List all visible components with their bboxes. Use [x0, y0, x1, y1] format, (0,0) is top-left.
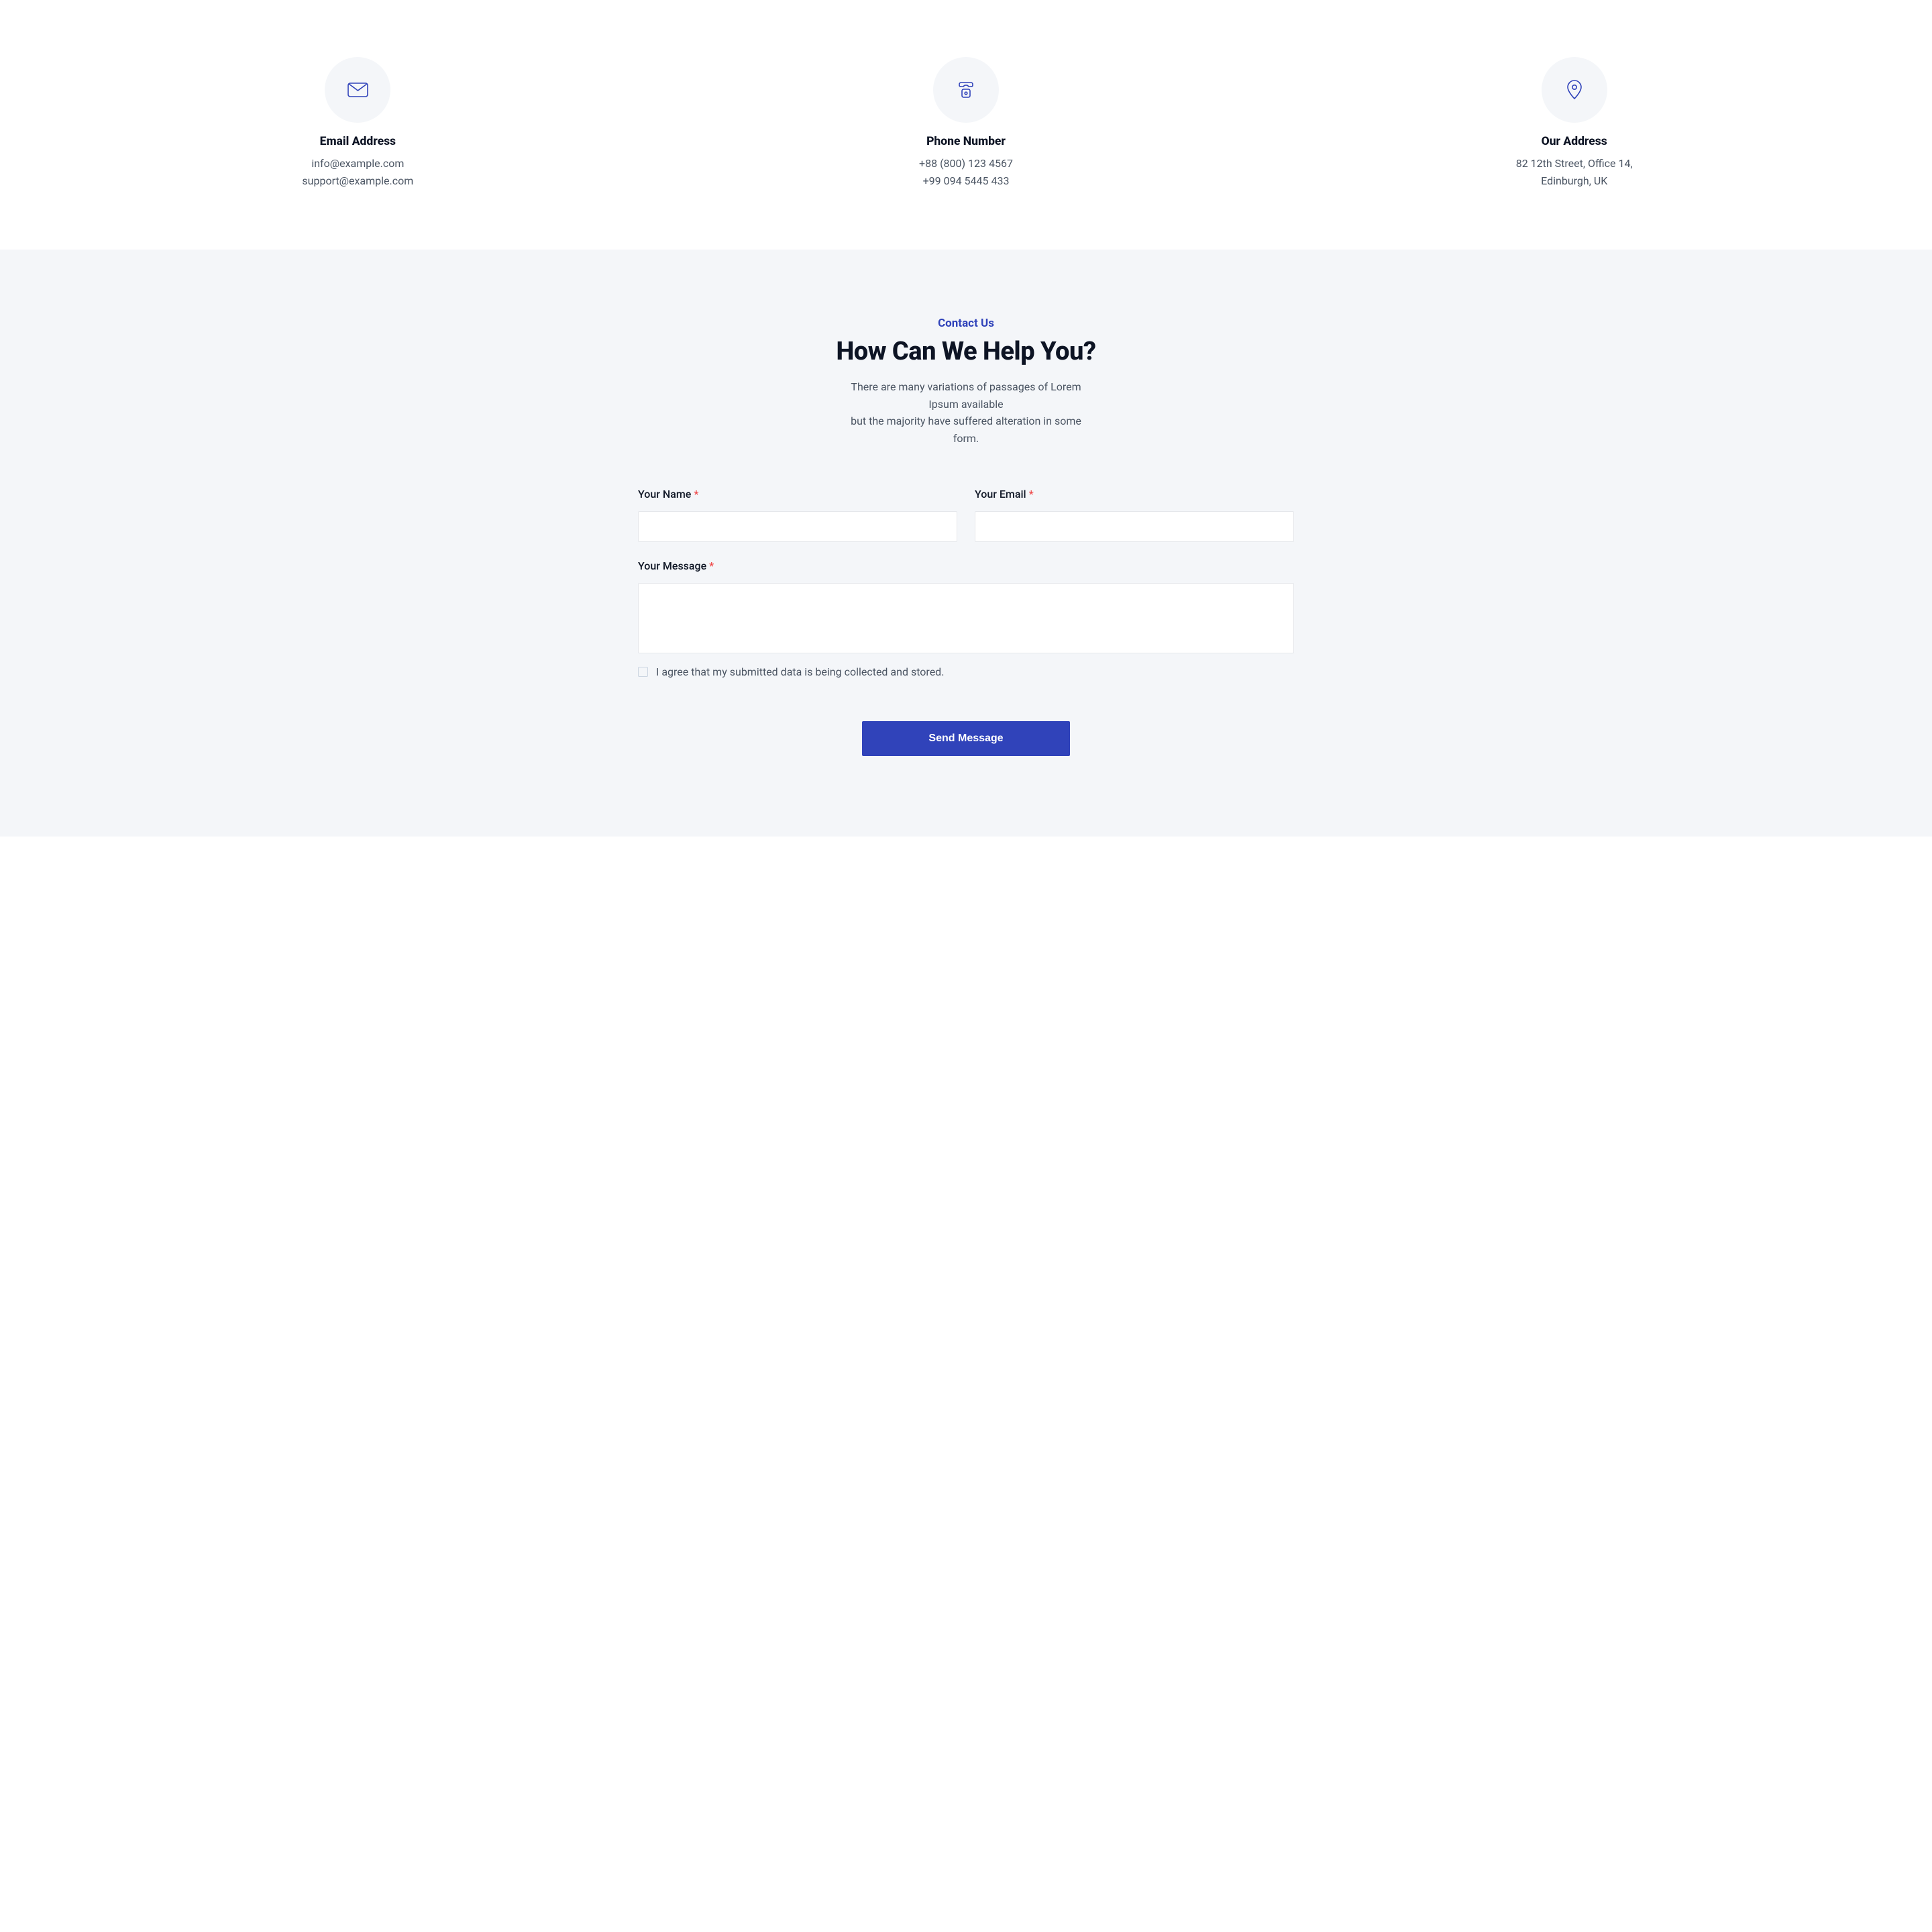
phone-title: Phone Number	[926, 135, 1006, 148]
required-mark: *	[694, 488, 698, 500]
mail-icon-circle	[325, 57, 390, 123]
map-pin-icon	[1566, 80, 1582, 100]
name-label: Your Name *	[638, 488, 957, 500]
message-label: Your Message *	[638, 559, 1294, 572]
contact-form: Your Name * Your Email * Your Message *	[638, 488, 1294, 756]
consent-row[interactable]: I agree that my submitted data is being …	[638, 665, 1294, 678]
required-mark: *	[1029, 488, 1034, 500]
message-field-group: Your Message *	[638, 559, 1294, 653]
phone-info-card: Phone Number +88 (800) 123 4567 +99 094 …	[676, 57, 1257, 189]
address-title: Our Address	[1542, 135, 1607, 148]
address-line-2: Edinburgh, UK	[1541, 172, 1607, 190]
form-subtitle: There are many variations of passages of…	[839, 378, 1093, 447]
email-label: Your Email *	[975, 488, 1294, 500]
required-mark: *	[709, 559, 714, 572]
message-textarea[interactable]	[638, 583, 1294, 653]
send-message-button[interactable]: Send Message	[862, 721, 1070, 756]
location-icon-circle	[1542, 57, 1607, 123]
address-line-1: 82 12th Street, Office 14,	[1516, 155, 1633, 172]
consent-label[interactable]: I agree that my submitted data is being …	[656, 665, 944, 678]
name-input[interactable]	[638, 511, 957, 542]
email-info-card: Email Address info@example.com support@e…	[67, 57, 649, 189]
form-title: How Can We Help You?	[704, 337, 1228, 366]
contact-form-section: Contact Us How Can We Help You? There ar…	[0, 250, 1932, 836]
phone-line-1: +88 (800) 123 4567	[919, 155, 1013, 172]
consent-checkbox[interactable]	[638, 667, 648, 677]
name-field-group: Your Name *	[638, 488, 957, 542]
form-eyebrow: Contact Us	[704, 317, 1228, 330]
email-title: Email Address	[320, 135, 396, 148]
contact-info-row: Email Address info@example.com support@e…	[0, 0, 1932, 250]
form-header: Contact Us How Can We Help You? There ar…	[704, 317, 1228, 447]
phone-icon-circle	[933, 57, 999, 123]
phone-icon	[957, 80, 975, 99]
email-field-group: Your Email *	[975, 488, 1294, 542]
email-line-2: support@example.com	[302, 172, 413, 190]
address-info-card: Our Address 82 12th Street, Office 14, E…	[1283, 57, 1865, 189]
email-line-1: info@example.com	[311, 155, 404, 172]
phone-line-2: +99 094 5445 433	[923, 172, 1010, 190]
email-input[interactable]	[975, 511, 1294, 542]
mail-icon	[347, 83, 368, 97]
